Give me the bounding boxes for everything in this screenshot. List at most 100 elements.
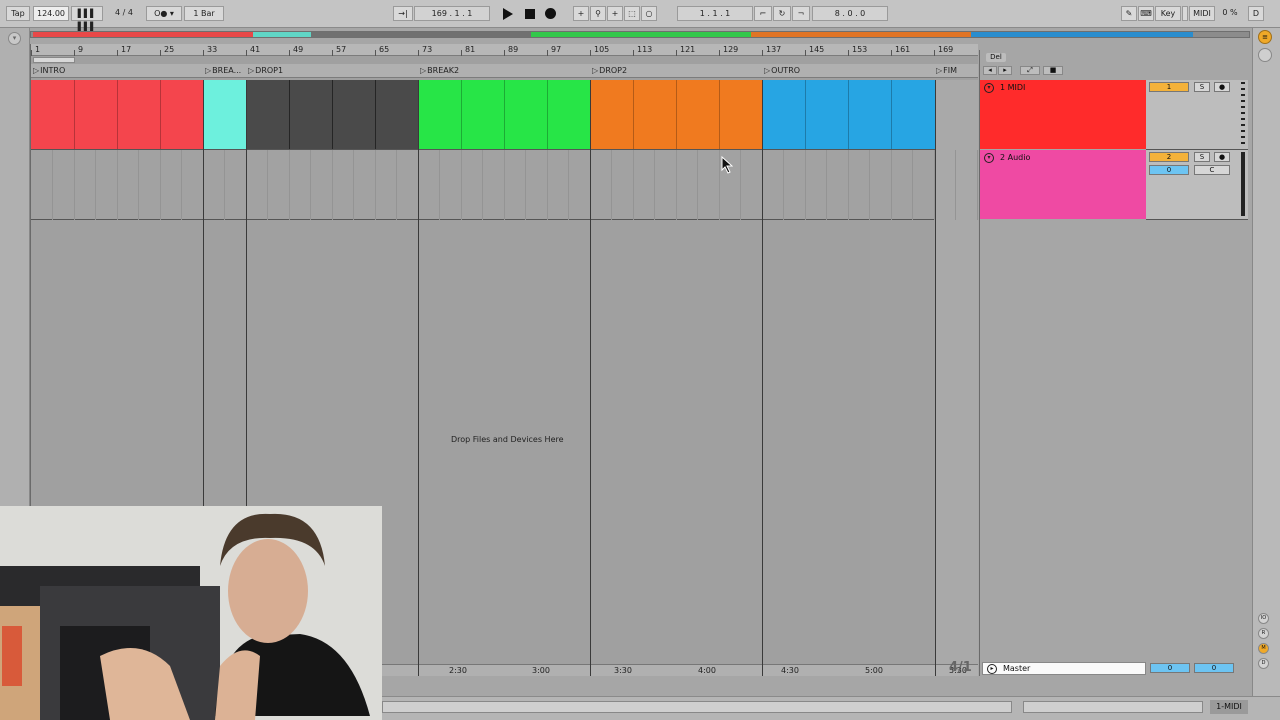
meter <box>1241 152 1245 216</box>
loop-brace[interactable] <box>33 57 75 63</box>
grid-line <box>848 150 849 220</box>
grid-line <box>375 150 376 220</box>
fold-icon[interactable]: ▾ <box>984 83 994 93</box>
unfold-icon[interactable]: ⤢ <box>1020 66 1040 75</box>
beat-ruler[interactable]: 1 9 17 25 33 41 49 57 65 73 81 89 97 105 113 121 129 137 1… <box>31 44 978 56</box>
volume-field[interactable]: 0 <box>1149 165 1189 175</box>
section-boundary <box>935 80 936 676</box>
loop-start-field[interactable]: 1 . 1 . 1 <box>677 6 753 21</box>
grid-line <box>891 150 892 220</box>
track-1-header[interactable]: ▾ 1 MIDI <box>980 80 1146 149</box>
browser-toggle-icon[interactable]: ▾ <box>8 32 21 45</box>
locator[interactable]: DROP1 <box>248 66 283 75</box>
pencil-icon[interactable]: ✎ <box>1121 6 1137 21</box>
lock-icon[interactable]: ■ <box>1043 66 1063 75</box>
horizontal-scrollbar[interactable] <box>382 701 1012 713</box>
bar-tick <box>504 50 505 56</box>
grid-line <box>504 150 505 220</box>
track-name: 2 Audio <box>1000 153 1031 162</box>
locator-row[interactable]: INTRO BREA... DROP1 BREAK2 DROP2 OUTRO FIM <box>31 64 978 78</box>
stop-icon[interactable] <box>525 9 535 19</box>
loop-switch-icon[interactable]: ↻ <box>773 6 791 21</box>
returns-toggle-icon[interactable]: R <box>1258 628 1269 639</box>
mixer-toggle-icon[interactable]: M <box>1258 643 1269 654</box>
pan-field[interactable]: C <box>1194 165 1230 175</box>
view-toggle-icon[interactable] <box>1258 48 1272 62</box>
locator[interactable]: OUTRO <box>764 66 800 75</box>
keyboard-icon[interactable]: ⌨ <box>1138 6 1154 21</box>
bar-number: 121 <box>680 45 696 54</box>
master-volume[interactable]: 0 <box>1150 663 1190 673</box>
prev-locator-icon[interactable]: ◂ <box>983 66 997 75</box>
fold-icon[interactable]: ▸ <box>987 664 997 674</box>
locator[interactable]: BREA... <box>205 66 241 75</box>
solo-button[interactable]: S <box>1194 152 1210 162</box>
quantize-menu[interactable]: 1 Bar <box>184 6 224 21</box>
metronome-pattern-icon[interactable]: ▌▌▌ ▌▌▌ <box>71 6 103 31</box>
locator[interactable]: FIM <box>936 66 957 75</box>
bar-tick <box>719 50 720 56</box>
punch-in-icon[interactable]: ⌐ <box>754 6 772 21</box>
arm-icon[interactable]: ● <box>1214 152 1230 162</box>
grid-line <box>740 150 741 220</box>
arrangement-overview[interactable] <box>30 31 1250 38</box>
menu-icon[interactable]: ≡ <box>1258 30 1272 44</box>
webcam-overlay <box>0 506 382 720</box>
selected-track-indicator[interactable]: 1-MIDI <box>1210 700 1248 714</box>
bar-number: 33 <box>207 45 218 54</box>
solo-button[interactable]: S <box>1194 82 1210 92</box>
grid-line <box>611 150 612 220</box>
io-toggle-icon[interactable]: IO <box>1258 613 1269 624</box>
re-enable-automation-icon[interactable]: + <box>607 6 623 21</box>
locator[interactable]: DROP2 <box>592 66 627 75</box>
clip-divider <box>676 80 677 149</box>
key-map-button[interactable]: Key <box>1155 6 1181 21</box>
punch-out-icon[interactable]: ¬ <box>792 6 810 21</box>
locator[interactable]: INTRO <box>33 66 65 75</box>
arrangement-position-field[interactable]: 169 . 1 . 1 <box>414 6 490 21</box>
grid-line <box>138 150 139 220</box>
next-locator-icon[interactable]: ▸ <box>998 66 1012 75</box>
midi-map-button[interactable]: MIDI <box>1189 6 1215 21</box>
clip-divider <box>289 80 290 149</box>
grid-line <box>697 150 698 220</box>
section-boundary <box>762 80 763 676</box>
master-header[interactable]: ▸ Master <box>982 662 1146 675</box>
bar-number: 9 <box>78 45 84 54</box>
tap-button[interactable]: Tap <box>6 6 30 21</box>
arm-icon[interactable]: ● <box>1214 82 1230 92</box>
automation-arm-icon[interactable]: ⚲ <box>590 6 606 21</box>
master-track[interactable]: ▸ Master 0 0 <box>980 662 1248 676</box>
grid-line <box>869 150 870 220</box>
bar-tick <box>375 50 376 56</box>
metronome-toggle[interactable]: O● ▾ <box>146 6 182 21</box>
tempo-field[interactable]: 124.00 <box>33 6 69 21</box>
bar-number: 113 <box>637 45 653 54</box>
loop-length-field[interactable]: 8 . 0 . 0 <box>812 6 888 21</box>
master-pan[interactable]: 0 <box>1194 663 1234 673</box>
clip-break1[interactable] <box>203 80 246 149</box>
track-headers: Del ◂ ▸ ⤢ ■ ▾ 1 MIDI 1 S ● ▾ 2 Audio 2 S… <box>979 50 1249 676</box>
delete-locator-button[interactable]: Del <box>986 53 1006 62</box>
record-icon[interactable] <box>545 8 556 19</box>
bar-tick <box>117 50 118 56</box>
session-record-icon[interactable]: ○ <box>641 6 657 21</box>
bar-tick <box>332 50 333 56</box>
fold-icon[interactable]: ▾ <box>984 153 994 163</box>
play-icon[interactable] <box>503 8 513 20</box>
track-2-header[interactable]: ▾ 2 Audio <box>980 150 1146 219</box>
bar-tick <box>848 50 849 56</box>
grid-line <box>117 150 118 220</box>
track-activator[interactable]: 1 <box>1149 82 1189 92</box>
track-1-lane[interactable] <box>31 80 978 150</box>
locator[interactable]: BREAK2 <box>420 66 459 75</box>
bar-number: 137 <box>766 45 782 54</box>
track-activator[interactable]: 2 <box>1149 152 1189 162</box>
grid-line <box>826 150 827 220</box>
signature-field[interactable]: 4 / 4 <box>106 6 142 21</box>
mouse-cursor-icon <box>721 155 734 176</box>
overdub-icon[interactable]: + <box>573 6 589 21</box>
capture-icon[interactable]: ⬚ <box>624 6 640 21</box>
delay-toggle-icon[interactable]: D <box>1258 658 1269 669</box>
follow-icon[interactable]: →| <box>393 6 413 21</box>
